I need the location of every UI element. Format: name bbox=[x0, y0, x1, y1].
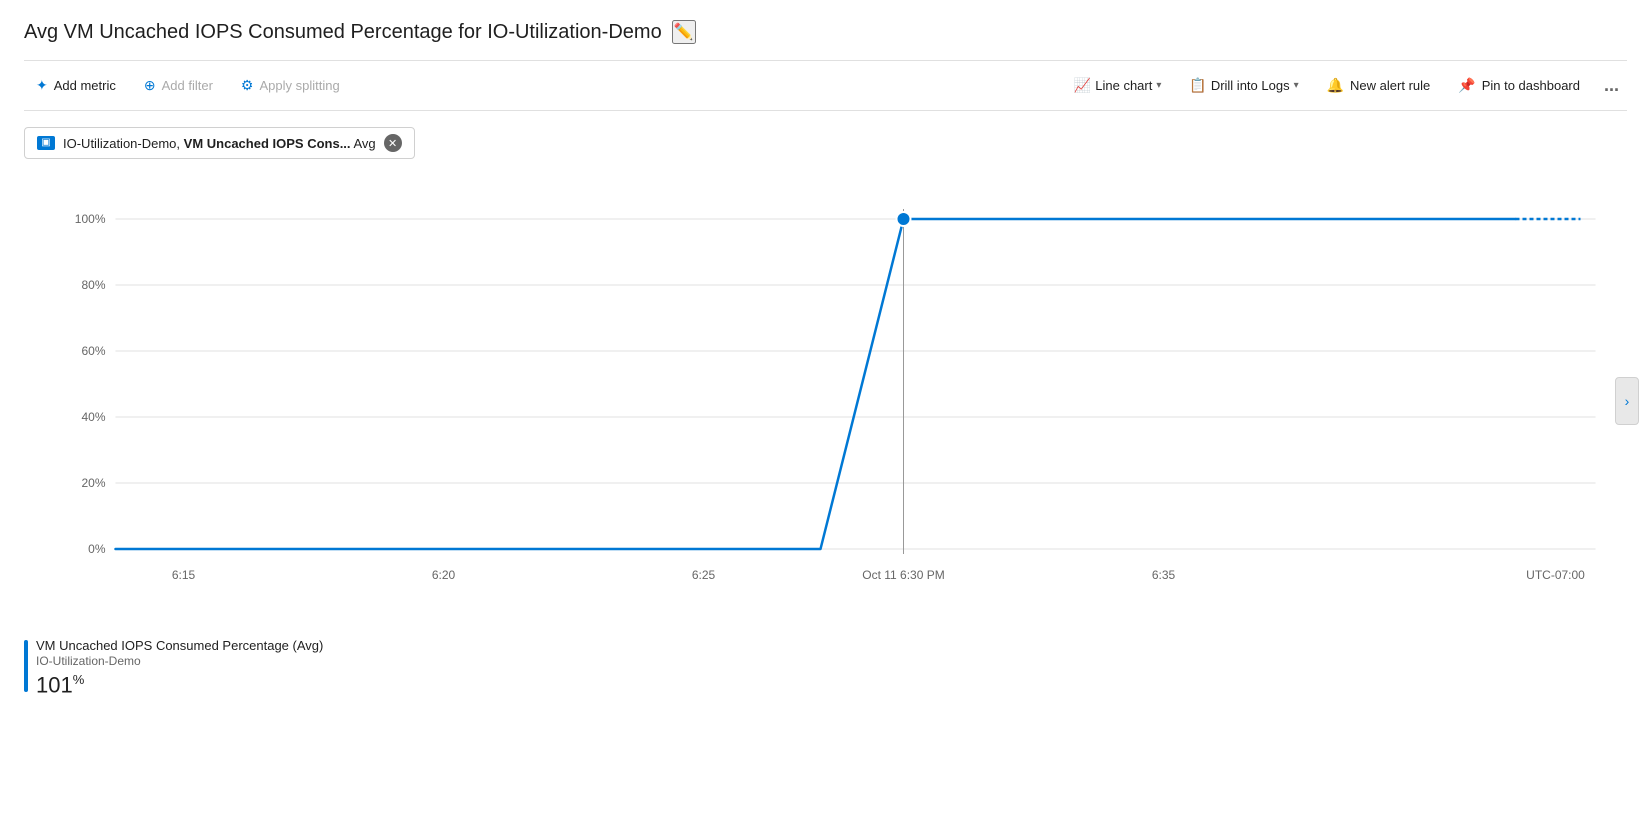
alert-rule-icon: 🔔 bbox=[1327, 77, 1344, 94]
svg-text:100%: 100% bbox=[75, 212, 106, 226]
line-chart-chevron-icon: ▾ bbox=[1156, 80, 1161, 91]
vm-icon: ▣ bbox=[37, 136, 55, 150]
apply-splitting-icon: ⚙ bbox=[241, 77, 254, 94]
chart-svg: 100% 80% 60% 40% 20% 0% 6:15 6:20 6:25 O… bbox=[24, 179, 1627, 619]
legend-subtitle: IO-Utilization-Demo bbox=[36, 654, 323, 668]
metric-pill-close-button[interactable]: ✕ bbox=[384, 134, 402, 152]
chart-container: 100% 80% 60% 40% 20% 0% 6:15 6:20 6:25 O… bbox=[24, 179, 1627, 622]
add-metric-icon: ✦ bbox=[36, 77, 48, 94]
svg-text:6:25: 6:25 bbox=[692, 568, 716, 582]
metric-pill: ▣ IO-Utilization-Demo, VM Uncached IOPS … bbox=[24, 127, 415, 159]
page-title: Avg VM Uncached IOPS Consumed Percentage… bbox=[24, 21, 662, 44]
svg-text:Oct 11 6:30 PM: Oct 11 6:30 PM bbox=[862, 568, 944, 582]
svg-text:6:15: 6:15 bbox=[172, 568, 196, 582]
legend-value: 101% bbox=[36, 672, 323, 698]
svg-text:80%: 80% bbox=[81, 278, 105, 292]
legend-text: VM Uncached IOPS Consumed Percentage (Av… bbox=[36, 638, 323, 698]
chart-legend: VM Uncached IOPS Consumed Percentage (Av… bbox=[24, 630, 1627, 706]
apply-splitting-button[interactable]: ⚙ Apply splitting bbox=[229, 71, 352, 100]
add-filter-button[interactable]: ⊕ Add filter bbox=[132, 71, 225, 100]
toolbar-right-group: 📈 Line chart ▾ 📋 Drill into Logs ▾ 🔔 New… bbox=[1062, 69, 1627, 102]
edit-title-button[interactable]: ✏️ bbox=[672, 20, 696, 44]
add-metric-button[interactable]: ✦ Add metric bbox=[24, 71, 128, 100]
line-chart-icon: 📈 bbox=[1074, 77, 1091, 94]
svg-text:6:20: 6:20 bbox=[432, 568, 456, 582]
svg-text:20%: 20% bbox=[81, 476, 105, 490]
chart-expand-button[interactable]: › bbox=[1615, 377, 1639, 425]
chart-area: 100% 80% 60% 40% 20% 0% 6:15 6:20 6:25 O… bbox=[24, 179, 1627, 706]
pin-to-dashboard-button[interactable]: 📌 Pin to dashboard bbox=[1446, 71, 1592, 100]
drill-into-logs-button[interactable]: 📋 Drill into Logs ▾ bbox=[1177, 71, 1310, 100]
chart-svg-wrapper: 100% 80% 60% 40% 20% 0% 6:15 6:20 6:25 O… bbox=[24, 179, 1627, 622]
svg-text:40%: 40% bbox=[81, 410, 105, 424]
more-options-button[interactable]: ... bbox=[1596, 69, 1627, 102]
metric-pill-text: IO-Utilization-Demo, VM Uncached IOPS Co… bbox=[63, 136, 376, 151]
legend-color-bar bbox=[24, 640, 28, 692]
svg-text:6:35: 6:35 bbox=[1152, 568, 1176, 582]
toolbar: ✦ Add metric ⊕ Add filter ⚙ Apply splitt… bbox=[24, 60, 1627, 111]
svg-text:UTC-07:00: UTC-07:00 bbox=[1526, 568, 1585, 582]
legend-title: VM Uncached IOPS Consumed Percentage (Av… bbox=[36, 638, 323, 653]
pin-icon: 📌 bbox=[1458, 77, 1475, 94]
page-title-container: Avg VM Uncached IOPS Consumed Percentage… bbox=[24, 20, 1627, 44]
line-chart-button[interactable]: 📈 Line chart ▾ bbox=[1062, 71, 1174, 100]
new-alert-rule-button[interactable]: 🔔 New alert rule bbox=[1315, 71, 1443, 100]
svg-text:0%: 0% bbox=[88, 542, 106, 556]
drill-logs-icon: 📋 bbox=[1189, 77, 1206, 94]
add-filter-icon: ⊕ bbox=[144, 77, 156, 94]
svg-text:60%: 60% bbox=[81, 344, 105, 358]
drill-logs-chevron-icon: ▾ bbox=[1294, 80, 1299, 91]
